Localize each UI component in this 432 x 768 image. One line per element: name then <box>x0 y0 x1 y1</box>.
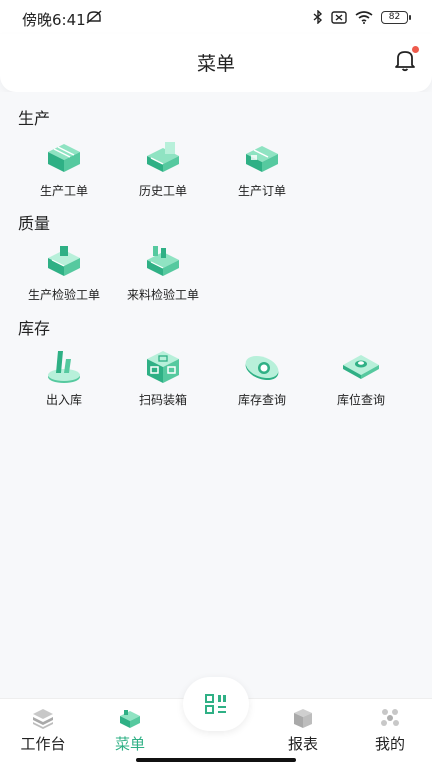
page-title: 菜单 <box>196 53 235 75</box>
menu-item-label: 库存查询 <box>237 393 286 407</box>
status-bar: 傍晚6:41 82 <box>0 0 432 34</box>
tab-mine[interactable]: 我的 <box>355 707 425 754</box>
menu-item-label: 历史工单 <box>138 184 187 198</box>
battery-indicator: 82 <box>381 10 411 24</box>
no-sim-icon <box>331 10 347 24</box>
menu-icon <box>120 710 140 728</box>
menu-content: 生产 生产工单 历史工单 生产订单 质量 生产检验工单 来料检验工单 库存 出入… <box>0 92 432 698</box>
incoming-inspection-icon <box>147 246 179 276</box>
menu-item-scan-packing[interactable]: 扫码装箱 <box>113 347 213 408</box>
status-icons: 82 <box>313 9 411 25</box>
tab-reports[interactable]: 报表 <box>268 707 338 754</box>
menu-item-label: 库位查询 <box>336 393 385 407</box>
profile-icon <box>381 709 399 726</box>
menu-item-in-out-stock[interactable]: 出入库 <box>14 347 114 408</box>
production-inspection-icon <box>48 246 80 276</box>
reports-icon <box>294 709 312 728</box>
production-order-icon <box>48 144 80 172</box>
mute-icon <box>86 10 102 24</box>
top-header: 菜单 <box>0 34 432 92</box>
scan-packing-icon <box>147 351 179 383</box>
section-title-production: 生产 <box>18 109 51 128</box>
in-out-stock-icon <box>48 351 80 383</box>
production-plan-icon <box>246 146 278 172</box>
menu-item-label: 来料检验工单 <box>126 288 199 302</box>
menu-item-location-query[interactable]: 库位查询 <box>311 347 411 408</box>
menu-item-production-plan[interactable]: 生产订单 <box>212 138 312 199</box>
notification-badge <box>412 46 419 53</box>
tab-workbench[interactable]: 工作台 <box>8 707 78 754</box>
menu-item-production-order[interactable]: 生产工单 <box>14 138 114 199</box>
tab-label: 工作台 <box>20 735 66 753</box>
location-query-icon <box>343 355 379 379</box>
menu-item-label: 扫码装箱 <box>138 393 187 407</box>
tab-menu[interactable]: 菜单 <box>95 707 165 754</box>
menu-item-incoming-inspection[interactable]: 来料检验工单 <box>113 242 213 303</box>
status-time: 傍晚6:41 <box>22 11 86 29</box>
menu-item-label: 生产工单 <box>39 184 88 198</box>
home-indicator <box>136 758 296 762</box>
menu-item-label: 生产检验工单 <box>27 288 100 302</box>
workbench-icon <box>33 709 53 729</box>
menu-item-production-inspection[interactable]: 生产检验工单 <box>14 242 114 303</box>
menu-item-label: 生产订单 <box>237 184 286 198</box>
scan-button[interactable] <box>183 677 249 731</box>
menu-item-history-order[interactable]: 历史工单 <box>113 138 213 199</box>
tab-label: 报表 <box>287 735 318 753</box>
section-title-quality: 质量 <box>18 214 51 233</box>
menu-item-stock-query[interactable]: 库存查询 <box>212 347 312 408</box>
tab-label: 我的 <box>374 735 405 753</box>
wifi-icon <box>355 10 373 24</box>
menu-item-label: 出入库 <box>45 393 82 407</box>
tab-label: 菜单 <box>114 735 145 753</box>
section-title-inventory: 库存 <box>18 319 51 338</box>
stock-query-icon <box>245 355 279 381</box>
bluetooth-icon <box>313 10 323 24</box>
qr-scan-icon <box>205 694 226 714</box>
history-order-icon <box>147 142 179 172</box>
